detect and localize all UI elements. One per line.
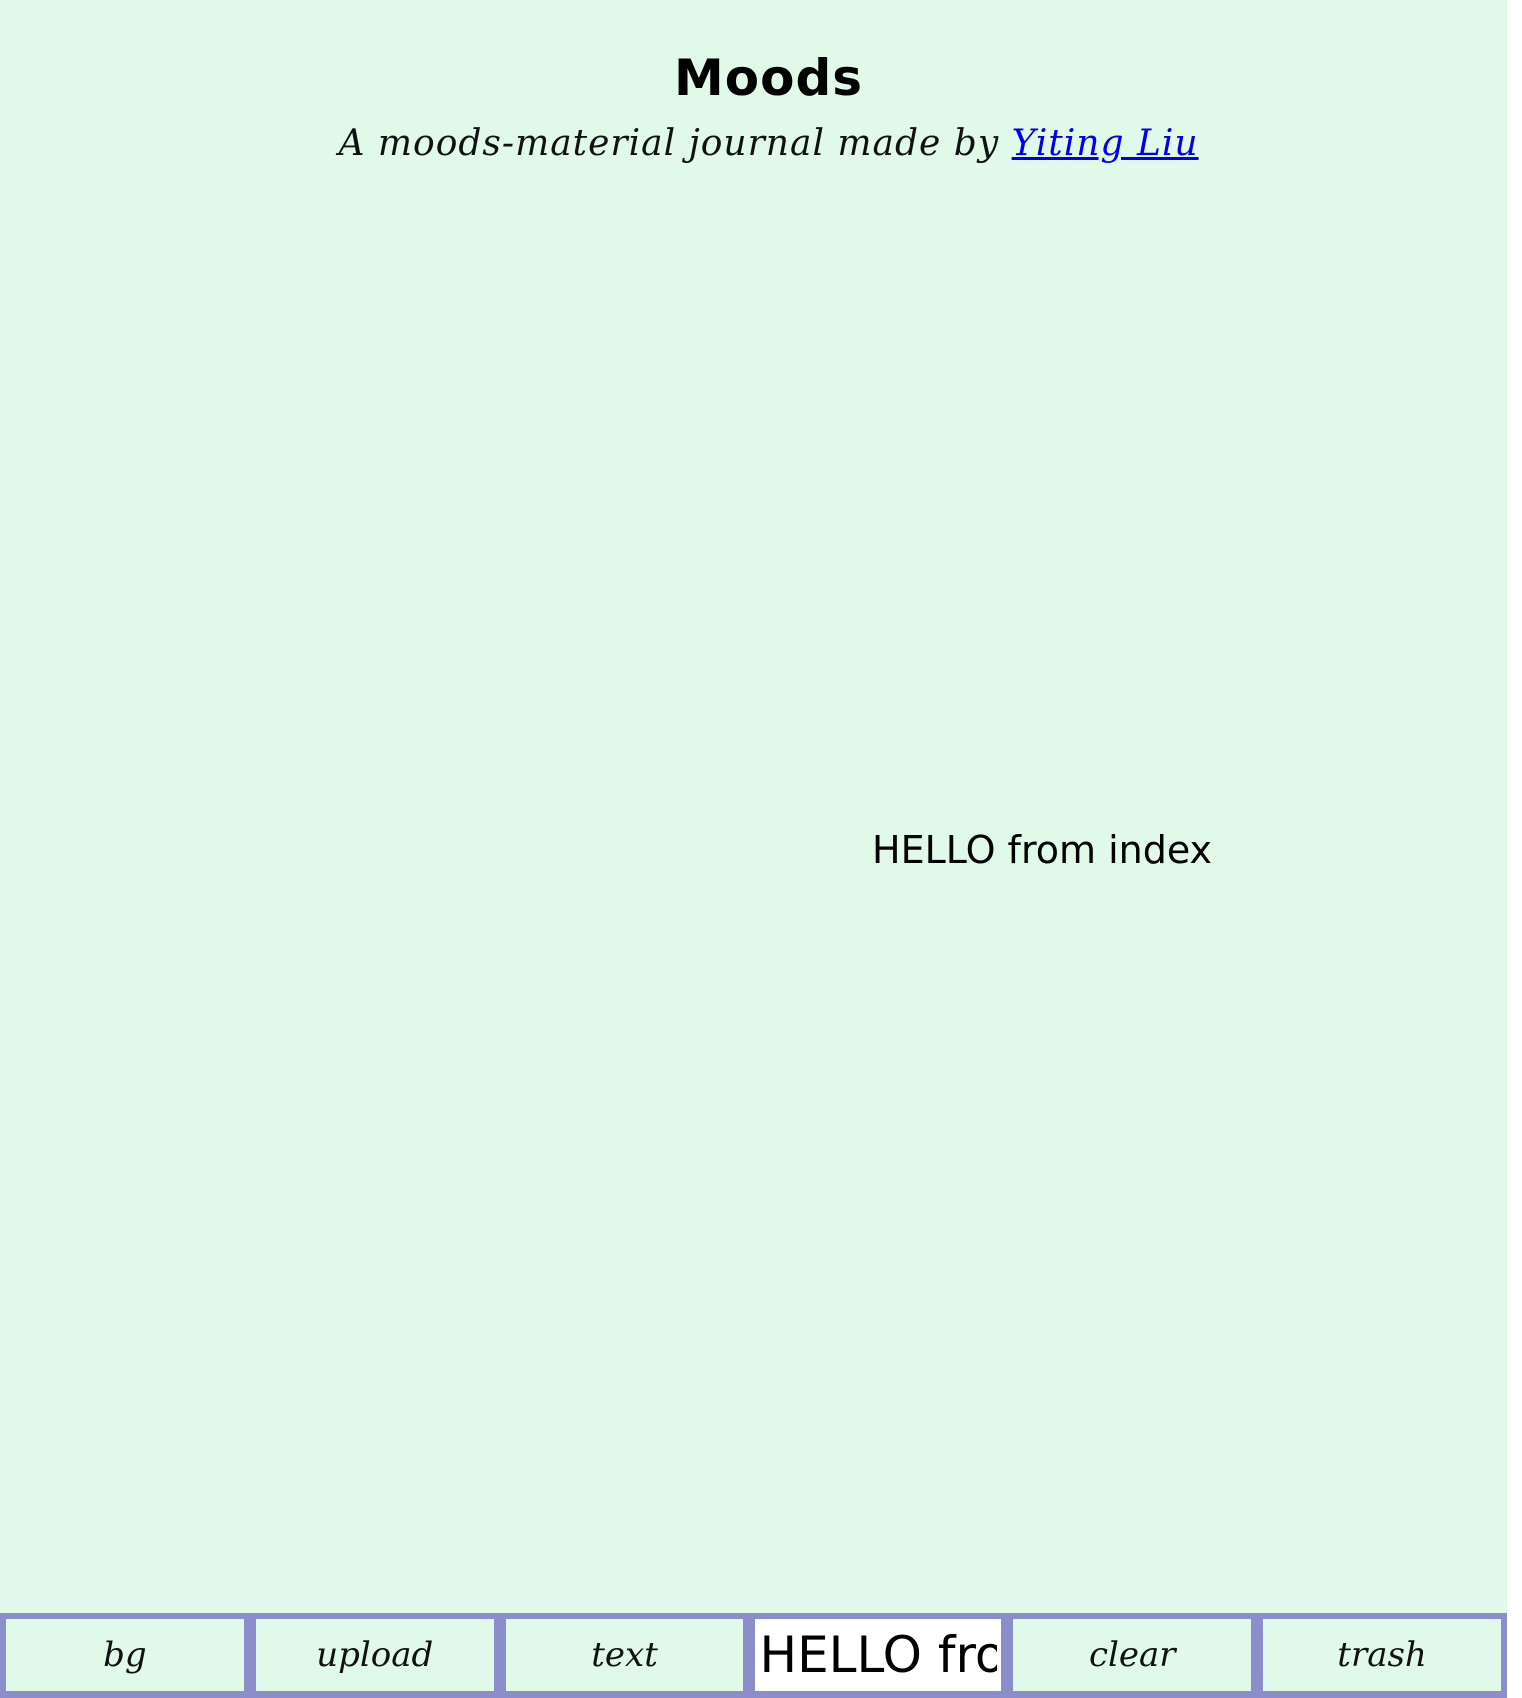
text-input[interactable] [755,1619,1002,1691]
text-button[interactable]: text [505,1619,744,1691]
subtitle-text: A moods-material journal made by [338,123,1012,164]
trash-button[interactable]: trash [1263,1619,1501,1691]
clear-button[interactable]: clear [1013,1619,1252,1691]
mood-board[interactable]: Moods A moods-material journal made by Y… [0,0,1507,1698]
bg-button[interactable]: bg [6,1619,244,1691]
toolbar: bg upload text clear trash [0,1613,1507,1698]
page-title: Moods [673,49,863,107]
header: Moods A moods-material journal made by Y… [0,42,1522,174]
mood-text-item[interactable]: HELLO from index [872,822,1212,878]
author-link[interactable]: Yiting Liu [1012,123,1199,164]
upload-button[interactable]: upload [255,1619,494,1691]
page-subtitle: A moods-material journal made by Yiting … [0,114,1522,174]
